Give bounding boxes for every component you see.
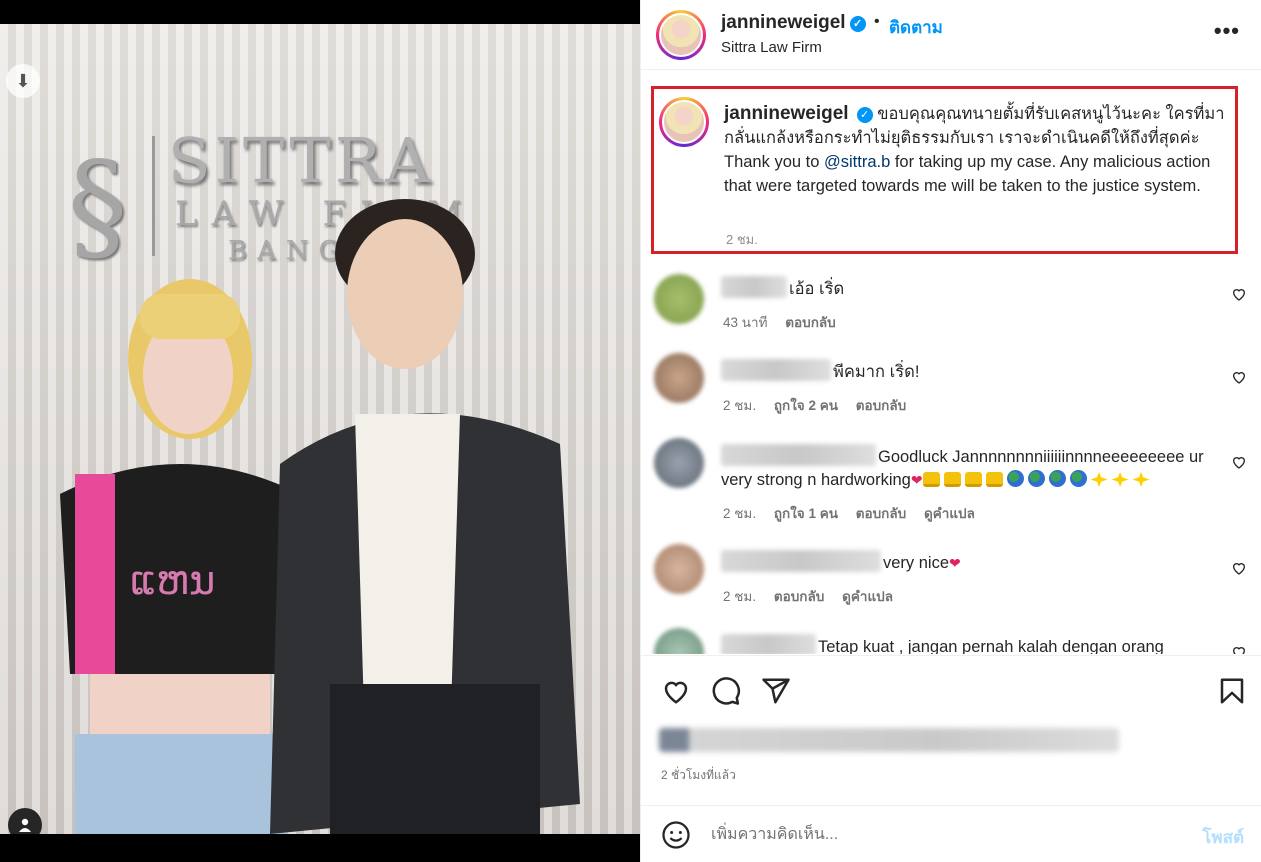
avatar[interactable] (654, 438, 704, 488)
translate-button[interactable]: ดูคำแปล (842, 589, 893, 604)
comment-body: พีคมาก เริ่ด! (833, 363, 920, 381)
post-comment-button[interactable]: โพสต์ (1202, 824, 1244, 851)
post-actions: 2 ชั่วโมงที่แล้ว (641, 655, 1261, 805)
sparkle-emoji-icon (1111, 472, 1129, 487)
reply-button[interactable]: ตอบกลับ (856, 398, 906, 413)
comment-time[interactable]: 2 ชม. (723, 398, 756, 413)
like-heart-icon[interactable] (1231, 369, 1247, 385)
post-media: § SITTRA LAW FIRM BANG ແຫນ ⬇ (0, 0, 640, 862)
crown-emoji-icon (943, 472, 961, 487)
avatar[interactable] (656, 10, 706, 60)
person-man (270, 199, 580, 834)
reply-button[interactable]: ตอบกลับ (785, 315, 835, 330)
comment-body: เอ้อ เริ่ด (789, 280, 845, 298)
comment-time[interactable]: 2 ชม. (723, 589, 756, 604)
post-details-panel: jannineweigel ✓ • ติดตาม Sittra Law Firm … (640, 0, 1261, 862)
likes-count[interactable]: ถูกใจ 1 คน (774, 506, 838, 521)
comment-text: very nice❤ (721, 550, 1221, 575)
crown-emoji-icon (985, 472, 1003, 487)
like-heart-icon[interactable] (1231, 286, 1247, 302)
heart-emoji-icon: ❤ (949, 555, 961, 571)
blurred-username[interactable] (721, 444, 876, 466)
crown-emoji-icon (964, 472, 982, 487)
reply-button[interactable]: ตอบกลับ (856, 506, 906, 521)
sparkle-emoji-icon (1132, 472, 1150, 487)
comment-text: Goodluck Jannnnnnnniiiiiinnnneeeeeeeee u… (721, 444, 1221, 492)
svg-text:ແຫນ: ແຫນ (130, 558, 215, 604)
username-text[interactable]: jannineweigel (721, 12, 846, 33)
caption-text: jannineweigel ✓ ขอบคุณคุณทนายตั้มที่รับเค… (724, 102, 1229, 198)
like-heart-icon[interactable] (1231, 560, 1247, 576)
download-icon[interactable]: ⬇ (6, 64, 40, 98)
avatar[interactable] (654, 274, 704, 324)
like-heart-icon[interactable] (1231, 644, 1247, 654)
translate-button[interactable]: ดูคำแปล (924, 506, 975, 521)
avatar[interactable] (654, 628, 704, 654)
comment-meta: 43 นาที ตอบกลับ (723, 311, 850, 333)
comment-input[interactable] (711, 822, 1151, 848)
caption-highlight: jannineweigel ✓ ขอบคุณคุณทนายตั้มที่รับเค… (651, 86, 1238, 254)
separator-dot: • (874, 13, 880, 30)
avatar[interactable] (654, 544, 704, 594)
emoji-picker-icon[interactable] (661, 820, 691, 850)
globe-emoji-icon (1069, 470, 1087, 487)
avatar[interactable] (654, 353, 704, 403)
globe-emoji-icon (1027, 470, 1045, 487)
comment-meta: 2 ชม. ถูกใจ 2 คน ตอบกลับ (723, 394, 920, 416)
blurred-username[interactable] (721, 634, 816, 654)
comment-meta: 2 ชม. ตอบกลับ ดูคำแปล (723, 585, 907, 607)
comment-text: Tetap kuat , jangan pernah kalah dengan … (721, 634, 1221, 654)
comment-text: พีคมาก เริ่ด! (721, 359, 1221, 384)
verified-icon: ✓ (849, 16, 866, 32)
caption-en-1: Thank you to (724, 153, 824, 171)
mention-link[interactable]: @sittra.b (824, 153, 890, 171)
globe-emoji-icon (1006, 470, 1024, 487)
post-photo[interactable]: § SITTRA LAW FIRM BANG ແຫນ ⬇ (0, 24, 640, 834)
bookmark-icon[interactable] (1217, 676, 1247, 706)
comment-time[interactable]: 43 นาที (723, 315, 767, 330)
follow-button[interactable]: ติดตาม (889, 14, 943, 41)
reply-button[interactable]: ตอบกลับ (774, 589, 824, 604)
globe-emoji-icon (1048, 470, 1066, 487)
more-options-icon[interactable]: ••• (1214, 18, 1240, 44)
sparkle-emoji-icon (1090, 472, 1108, 487)
comment-time[interactable]: 2 ชม. (723, 506, 756, 521)
like-heart-icon[interactable] (1231, 454, 1247, 470)
verified-icon: ✓ (856, 107, 873, 123)
crown-emoji-icon (922, 472, 940, 487)
comment-meta: 2 ชม. ถูกใจ 1 คน ตอบกลับ ดูคำแปล (723, 502, 989, 524)
comment-body: Tetap kuat , jangan pernah kalah dengan … (818, 638, 1164, 654)
post-header: jannineweigel ✓ • ติดตาม Sittra Law Firm … (641, 0, 1261, 70)
blurred-username[interactable] (721, 359, 831, 381)
liked-by-summary[interactable] (659, 728, 1119, 752)
like-heart-icon[interactable] (661, 676, 691, 706)
caption-timestamp[interactable]: 2 ชม. (726, 229, 758, 250)
comments-list: เอ้อ เริ่ด 43 นาที ตอบกลับ พีคมาก เริ่ด!… (641, 262, 1261, 654)
comment-bubble-icon[interactable] (711, 676, 741, 706)
caption-avatar[interactable] (659, 97, 709, 147)
comment-text: เอ้อ เริ่ด (721, 276, 1221, 301)
location-link[interactable]: Sittra Law Firm (721, 39, 822, 56)
comment-body: very nice (883, 554, 950, 572)
user-tag-icon[interactable] (8, 808, 42, 834)
share-send-icon[interactable] (761, 676, 791, 706)
blurred-username[interactable] (721, 276, 787, 298)
post-timestamp[interactable]: 2 ชั่วโมงที่แล้ว (661, 766, 736, 785)
caption-username[interactable]: jannineweigel (724, 103, 849, 124)
logo-divider (152, 136, 155, 256)
header-username[interactable]: jannineweigel ✓ (721, 12, 866, 34)
likes-count[interactable]: ถูกใจ 2 คน (774, 398, 838, 413)
blurred-username[interactable] (721, 550, 881, 572)
add-comment-bar: โพสต์ (641, 805, 1261, 862)
heart-emoji-icon: ❤ (910, 472, 923, 488)
